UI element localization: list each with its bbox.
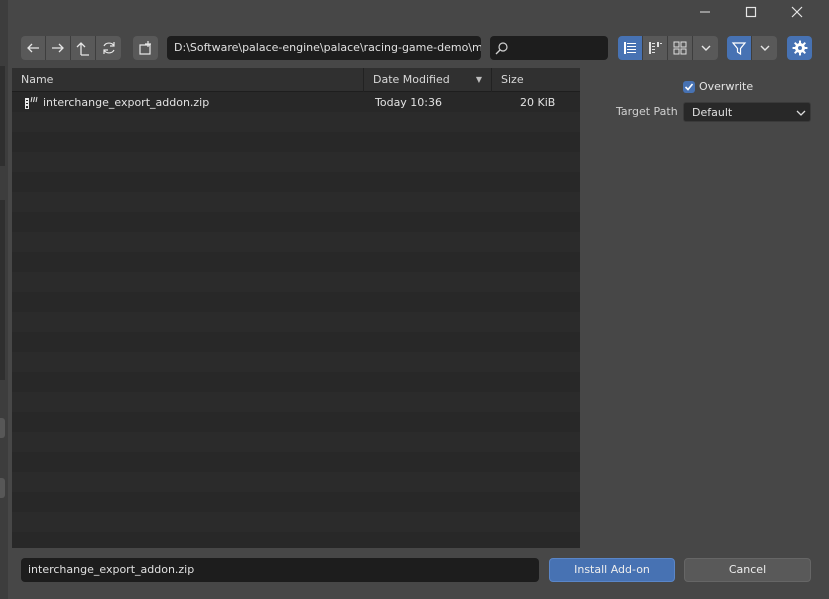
horizontal-list-button[interactable] bbox=[643, 36, 668, 60]
thumbnails-icon bbox=[673, 41, 687, 55]
file-list[interactable]: Name Date Modified ▼ Size interchange_ex… bbox=[12, 68, 580, 548]
column-label: Date Modified bbox=[373, 73, 450, 86]
settings-button[interactable] bbox=[787, 36, 812, 60]
new-folder-icon bbox=[138, 41, 151, 55]
vertical-list-button[interactable] bbox=[618, 36, 643, 60]
minimize-icon bbox=[700, 11, 710, 13]
filter-buttons bbox=[727, 36, 777, 60]
parent-directory-button[interactable] bbox=[71, 36, 96, 60]
close-icon bbox=[791, 6, 803, 18]
overwrite-label[interactable]: Overwrite bbox=[699, 80, 753, 93]
zip-file-icon bbox=[25, 96, 38, 109]
arrow-right-icon bbox=[52, 43, 64, 53]
left-strip-panel bbox=[0, 200, 5, 380]
display-mode-dropdown[interactable] bbox=[693, 36, 718, 60]
minimize-button[interactable] bbox=[682, 0, 728, 24]
maximize-button[interactable] bbox=[728, 0, 774, 24]
refresh-button[interactable] bbox=[96, 36, 121, 60]
settings-group bbox=[787, 36, 812, 60]
filter-toggle-button[interactable] bbox=[727, 36, 752, 60]
filter-icon bbox=[731, 42, 747, 56]
filter-dropdown[interactable] bbox=[752, 36, 777, 60]
target-path-value: Default bbox=[692, 106, 733, 119]
checkmark-icon bbox=[684, 83, 694, 91]
file-list-header: Name Date Modified ▼ Size bbox=[12, 68, 580, 92]
cancel-button[interactable]: Cancel bbox=[684, 558, 811, 582]
chevron-down-icon bbox=[760, 45, 769, 51]
back-button[interactable] bbox=[21, 36, 46, 60]
column-header-name[interactable]: Name bbox=[12, 68, 364, 92]
column-header-date-modified[interactable]: Date Modified ▼ bbox=[363, 68, 487, 92]
search-field[interactable] bbox=[490, 36, 608, 60]
sort-descending-icon: ▼ bbox=[475, 75, 482, 84]
refresh-icon bbox=[102, 42, 115, 54]
new-folder-group bbox=[133, 36, 158, 60]
file-name: interchange_export_addon.zip bbox=[43, 96, 210, 109]
directory-path-field[interactable]: D:\Software\palace-engine\palace\racing-… bbox=[167, 36, 481, 60]
forward-button[interactable] bbox=[46, 36, 71, 60]
chevron-down-icon bbox=[701, 45, 710, 51]
arrow-left-icon bbox=[27, 43, 39, 53]
left-strip-panel bbox=[0, 66, 5, 166]
chevron-down-icon bbox=[796, 110, 806, 116]
navigation-buttons bbox=[21, 36, 121, 60]
horizontal-list-icon bbox=[649, 42, 662, 54]
left-strip-handle[interactable] bbox=[0, 478, 5, 498]
column-header-size[interactable]: Size bbox=[491, 68, 580, 92]
file-date-modified: Today 10:36 bbox=[375, 96, 443, 109]
maximize-icon bbox=[745, 6, 757, 18]
vertical-list-icon bbox=[624, 42, 636, 54]
new-folder-button[interactable] bbox=[133, 36, 158, 60]
target-path-label: Target Path bbox=[616, 105, 678, 118]
search-icon bbox=[495, 42, 508, 55]
target-path-select[interactable]: Default bbox=[683, 102, 811, 122]
filename-field[interactable]: interchange_export_addon.zip bbox=[21, 558, 539, 582]
overwrite-checkbox[interactable] bbox=[683, 81, 695, 93]
file-size: 20 KiB bbox=[520, 96, 556, 109]
display-mode-buttons bbox=[618, 36, 718, 60]
gear-icon bbox=[792, 40, 807, 56]
left-strip-handle[interactable] bbox=[0, 418, 5, 438]
parent-folder-icon bbox=[76, 42, 89, 56]
install-addon-button[interactable]: Install Add-on bbox=[549, 558, 675, 582]
thumbnails-button[interactable] bbox=[668, 36, 693, 60]
file-row[interactable]: interchange_export_addon.zip Today 10:36… bbox=[12, 93, 580, 113]
close-button[interactable] bbox=[774, 0, 820, 24]
